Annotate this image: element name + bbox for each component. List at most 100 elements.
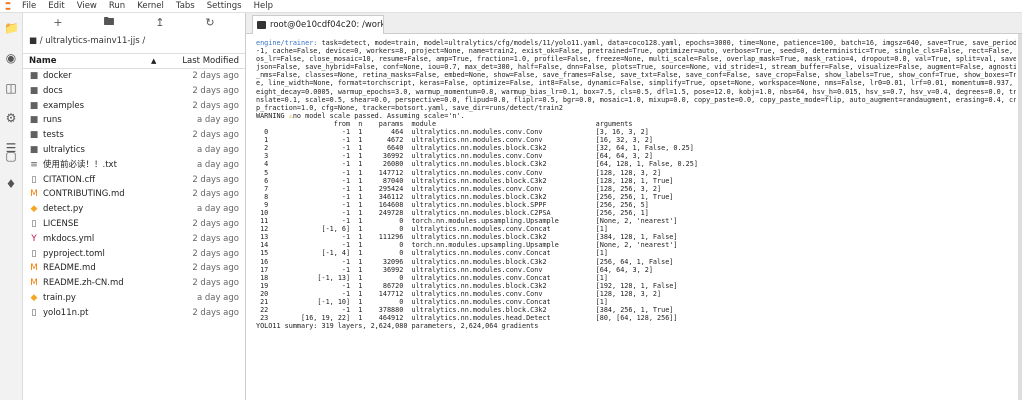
terminal-line: nslate=0.1, scale=0.5, shear=0.0, perspe… — [256, 95, 1016, 104]
folder-icon: ■ — [29, 144, 39, 155]
file-name: mkdocs.yml — [43, 233, 95, 244]
breadcrumb-path[interactable]: / ultralytics-mainv11-jjs / — [40, 36, 145, 46]
terminal-line: -1, cache=False, device=0, workers=8, pr… — [256, 47, 1016, 56]
yaml-icon: Y — [31, 233, 37, 244]
file-row[interactable]: ▯ yolo11n.pt 2 days ago — [23, 306, 245, 321]
gear-icon[interactable]: ⚙ — [4, 111, 18, 125]
file-row[interactable]: M README.zh-CN.md 2 days ago — [23, 276, 245, 291]
file-row[interactable]: ■ tests 2 days ago — [23, 128, 245, 143]
new-folder-icon[interactable]: 🖿 — [103, 13, 114, 32]
new-launcher-icon[interactable]: + — [53, 16, 62, 29]
menu-kernel[interactable]: Kernel — [131, 0, 170, 12]
menu-view[interactable]: View — [71, 0, 103, 12]
table-row: 2 -1 1 6640 ultralytics.nn.modules.block… — [256, 144, 694, 153]
table-row: 10 -1 1 249728 ultralytics.nn.modules.bl… — [256, 208, 649, 217]
file-row[interactable]: ■ examples 2 days ago — [23, 99, 245, 114]
file-icon: ▯ — [31, 174, 37, 185]
folder-icon: ■ — [29, 71, 39, 81]
breadcrumb[interactable]: ■ / ultralytics-mainv11-jjs / — [23, 34, 245, 48]
table-header: from n params module arguments — [256, 119, 633, 128]
file-modified: 2 days ago — [192, 174, 239, 185]
table-row: 16 -1 1 32096 ultralytics.nn.modules.blo… — [256, 257, 674, 266]
table-row: 8 -1 1 346112 ultralytics.nn.modules.blo… — [256, 192, 674, 201]
file-row[interactable]: ■ runs a day ago — [23, 113, 245, 128]
file-row[interactable]: ≡ 使用前必读！！.txt a day ago — [23, 158, 245, 173]
file-name: train.py — [43, 292, 76, 303]
file-row[interactable]: ◆ train.py a day ago — [23, 291, 245, 306]
file-row[interactable]: M README.md 2 days ago — [23, 261, 245, 276]
terminal-output[interactable]: engine/trainer: task=detect, mode=train,… — [256, 39, 1016, 399]
trainer-prefix: engine/trainer: — [256, 39, 322, 47]
file-name: pyproject.toml — [43, 248, 105, 259]
column-name[interactable]: Name — [29, 54, 56, 68]
table-row: 21 [-1, 10] 1 0 ultralytics.nn.modules.c… — [256, 298, 608, 306]
file-name: ultralytics — [43, 144, 85, 155]
running-icon[interactable]: ◉ — [4, 51, 18, 65]
folder-icon[interactable]: 📁 — [4, 21, 19, 35]
menu-settings[interactable]: Settings — [201, 0, 248, 12]
file-toolbar: + 🖿 ↥ ↻ — [23, 13, 245, 31]
column-last-modified[interactable]: Last Modified — [182, 54, 239, 68]
terminal-line: _nms=False, classes=None, retina_masks=F… — [256, 71, 1016, 80]
markdown-icon: M — [30, 263, 38, 274]
warning-line: WARNING ⚠no model scale passed. Assuming… — [256, 111, 465, 120]
file-modified: a day ago — [196, 115, 239, 126]
menu-file[interactable]: File — [16, 0, 42, 12]
terminal-line: os_lr=False, close_mosaic=10, resume=Fal… — [256, 55, 1016, 64]
table-row: 20 -1 1 147712 ultralytics.nn.modules.co… — [256, 289, 662, 298]
table-row: 22 -1 1 378880 ultralytics.nn.modules.bl… — [256, 306, 674, 315]
text-file-icon: ≡ — [30, 159, 38, 170]
file-name: CITATION.cff — [43, 174, 96, 185]
file-name: 使用前必读！！.txt — [43, 159, 117, 170]
file-name: runs — [43, 115, 62, 126]
tab-terminal[interactable]: root@0e10cdf04c20: /worksp — [252, 15, 384, 34]
upload-icon[interactable]: ↥ — [155, 16, 164, 29]
file-icon: ▯ — [31, 248, 37, 259]
breadcrumb-folder-icon: ■ — [29, 36, 38, 46]
file-modified: 2 days ago — [192, 278, 239, 289]
file-row[interactable]: ◆ detect.py a day ago — [23, 202, 245, 217]
file-name: yolo11n.pt — [43, 307, 89, 318]
file-name: docs — [43, 85, 63, 96]
tab-icon[interactable]: ▢ — [4, 149, 18, 163]
file-row[interactable]: Ymkdocs.yml 2 days ago — [23, 232, 245, 247]
summary-line: YOLO11 summary: 319 layers, 2,624,080 pa… — [256, 322, 539, 331]
menubar: File Edit View Run Kernel Tabs Settings … — [0, 0, 1022, 13]
column-header: Name ▲ Last Modified — [23, 53, 245, 69]
file-row[interactable]: ▯ LICENSE 2 days ago — [23, 217, 245, 232]
table-row: 14 -1 1 0 torch.nn.modules.upsampling.Up… — [256, 241, 678, 250]
file-name: tests — [43, 130, 64, 141]
extension-icon[interactable]: ♦ — [4, 177, 18, 191]
scrollbar[interactable] — [1018, 34, 1022, 400]
file-browser: + 🖿 ↥ ↻ ■ / ultralytics-mainv11-jjs / Na… — [23, 13, 246, 400]
menu-help[interactable]: Help — [248, 0, 279, 12]
file-row[interactable]: ▯ CITATION.cff 2 days ago — [23, 173, 245, 188]
table-row: 19 -1 1 86720 ultralytics.nn.modules.blo… — [256, 281, 678, 290]
file-row[interactable]: ▯ pyproject.toml 2 days ago — [23, 247, 245, 262]
table-row: 17 -1 1 36992 ultralytics.nn.modules.con… — [256, 265, 653, 274]
file-name: docker — [43, 71, 72, 81]
git-icon[interactable]: ◫ — [4, 81, 18, 95]
jupyter-logo-icon[interactable] — [0, 0, 16, 12]
refresh-icon[interactable]: ↻ — [205, 16, 214, 29]
table-row: 3 -1 1 36992 ultralytics.nn.modules.conv… — [256, 152, 653, 161]
menu-tabs[interactable]: Tabs — [170, 0, 201, 12]
file-row[interactable]: ■ docker 2 days ago — [23, 69, 245, 84]
file-row[interactable]: ■ ultralytics a day ago — [23, 143, 245, 158]
file-modified: 2 days ago — [192, 307, 239, 318]
terminal-line: json=False, save_hybrid=False, conf=None… — [256, 63, 1016, 72]
file-modified: 2 days ago — [192, 218, 239, 229]
file-row[interactable]: M CONTRIBUTING.md 2 days ago — [23, 187, 245, 202]
file-modified: a day ago — [196, 159, 239, 170]
file-name: LICENSE — [43, 218, 79, 229]
markdown-icon: M — [30, 189, 38, 200]
file-name: examples — [43, 100, 85, 111]
sort-caret-icon[interactable]: ▲ — [151, 54, 156, 68]
table-row: 5 -1 1 147712 ultralytics.nn.modules.con… — [256, 168, 662, 177]
left-sidebar-icons: 📁 ◉ ◫ ⚙ ☰ ▢ ♦ — [0, 13, 23, 400]
menu-edit[interactable]: Edit — [42, 0, 70, 12]
table-row: 7 -1 1 295424 ultralytics.nn.modules.con… — [256, 184, 662, 193]
main-area: root@0e10cdf04c20: /worksp engine/traine… — [246, 13, 1022, 400]
menu-run[interactable]: Run — [103, 0, 131, 12]
file-row[interactable]: ■ docs 2 days ago — [23, 84, 245, 99]
